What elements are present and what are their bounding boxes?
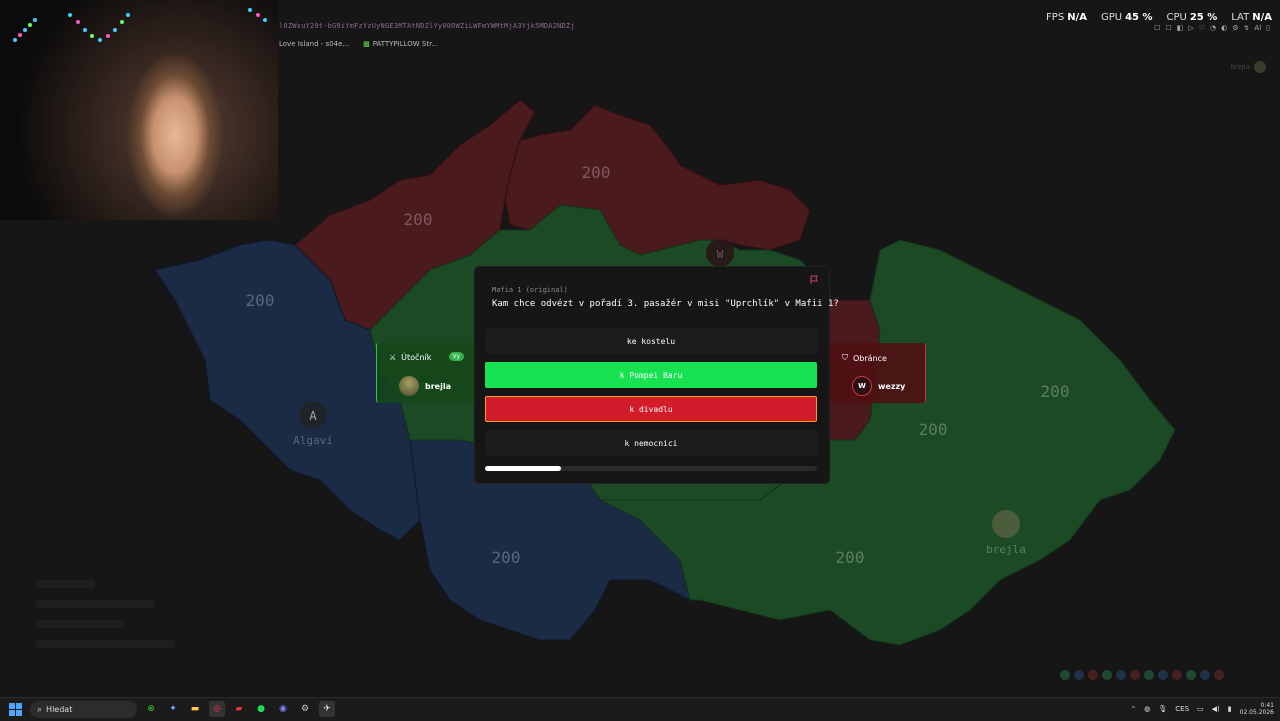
overlay-icon[interactable]: ◧	[1177, 24, 1184, 32]
battery-icon[interactable]: ▮	[1228, 705, 1232, 713]
overlay-icon[interactable]: ☐	[1165, 24, 1171, 32]
avatar: W	[852, 376, 872, 396]
latency-stat: LAT N/A	[1231, 12, 1272, 23]
tab-favicon-icon: ▩	[363, 40, 370, 48]
browser-tabs: Love Island - s04e... ▩ PATTYPILLOW Str..…	[279, 40, 438, 48]
report-flag-icon[interactable]	[809, 275, 819, 285]
team-indicator-dots	[1060, 670, 1224, 680]
cpu-stat: CPU 25 %	[1166, 12, 1218, 23]
system-tray: ⌃ ◍ 🎙 CES ▭ ◀) ▮ 0:41 02.05.2026	[1130, 702, 1274, 716]
opera-icon[interactable]: ◎	[209, 701, 225, 717]
attacker-name: brejla	[425, 381, 451, 391]
own-player-marker	[992, 510, 1020, 538]
you-badge: Vy	[448, 352, 464, 361]
region-value-label: 200	[1041, 382, 1070, 401]
answer-option-correct[interactable]: k Pompei Baru	[485, 362, 817, 388]
taskbar-search[interactable]: ⌕ Hledat	[30, 701, 137, 718]
overlay-icon[interactable]: ↯	[1244, 24, 1250, 32]
answer-label: k nemocnici	[624, 438, 678, 448]
performance-stats: FPS N/A GPU 45 % CPU 25 % LAT N/A	[1046, 12, 1272, 23]
question-category: Mafia 1 (original)	[492, 286, 568, 294]
overlay-icon[interactable]: ♡	[1199, 24, 1205, 32]
overlay-icon[interactable]: ☐	[1154, 24, 1160, 32]
search-placeholder: Hledat	[46, 705, 73, 714]
explorer-icon[interactable]: ▬	[187, 701, 203, 717]
avatar[interactable]	[1254, 61, 1266, 73]
defender-role-label: Obránce	[853, 353, 887, 363]
defender-name: wezzy	[878, 381, 906, 391]
clock[interactable]: 0:41 02.05.2026	[1240, 702, 1274, 716]
region-value-label: 200	[582, 163, 611, 182]
answer-label: ke kostelu	[626, 336, 676, 346]
chat-panel-faint	[35, 580, 195, 680]
region-value-label: 200	[919, 420, 948, 439]
copilot-icon[interactable]: ✦	[165, 701, 181, 717]
answer-option[interactable]: k nemocnici	[485, 430, 817, 456]
volume-icon[interactable]: ◀)	[1212, 705, 1220, 713]
network-icon[interactable]: ◍	[1144, 705, 1150, 713]
overlay-icon[interactable]: ◐	[1221, 24, 1227, 32]
spotify-icon[interactable]: ●	[253, 701, 269, 717]
overlay-toolbar-icons: ☐ ☐ ◧ ▷ ♡ ◔ ◐ ⚙ ↯ Al ▯	[1154, 24, 1270, 32]
windows-taskbar: ⌕ Hledat ⊗ ✦ ▬ ◎ ▰ ● ◉ ⚙ ✈ ⌃ ◍ 🎙 CES ▭ ◀…	[0, 697, 1280, 721]
app-icon[interactable]: ▰	[231, 701, 247, 717]
xbox-icon[interactable]: ⊗	[143, 701, 159, 717]
own-player-label: brejla	[986, 543, 1026, 556]
avatar	[399, 376, 419, 396]
steam-icon[interactable]: ⚙	[297, 701, 313, 717]
streamer-image	[120, 40, 230, 220]
active-app-icon[interactable]: ✈	[319, 701, 335, 717]
gpu-stat: GPU 45 %	[1100, 12, 1153, 23]
question-text: Kam chce odvézt v pořadí 3. pasažér v mi…	[492, 299, 839, 309]
question-modal: Mafia 1 (original) Kam chce odvézt v poř…	[475, 267, 839, 483]
overlay-icon[interactable]: ⚙	[1232, 24, 1238, 32]
shield-icon: ⛉	[842, 353, 848, 362]
fps-stat: FPS N/A	[1046, 12, 1087, 23]
region-value-label: 200	[492, 548, 521, 567]
capital-marker-letter: A	[309, 409, 317, 423]
capital-label: Algaví	[293, 434, 333, 447]
defender-card: ⛉ Obránce W wezzy	[830, 343, 926, 403]
overlay-icon[interactable]: ▷	[1188, 24, 1193, 32]
webcam-overlay	[0, 0, 278, 220]
taskbar-apps: ⊗ ✦ ▬ ◎ ▰ ● ◉ ⚙ ✈	[143, 701, 335, 717]
answer-label: k divadlu	[629, 404, 673, 414]
overlay-icon[interactable]: ◔	[1210, 24, 1216, 32]
browser-tab[interactable]: Love Island - s04e...	[279, 40, 349, 48]
answer-option[interactable]: ke kostelu	[485, 328, 817, 354]
sword-icon: ⚔	[389, 353, 397, 362]
start-button[interactable]	[9, 703, 22, 716]
display-icon[interactable]: ▭	[1197, 705, 1204, 713]
discord-icon[interactable]: ◉	[275, 701, 291, 717]
browser-tab[interactable]: ▩ PATTYPILLOW Str...	[363, 40, 438, 48]
chevron-up-icon[interactable]: ⌃	[1130, 705, 1136, 713]
overlay-icon[interactable]: ▯	[1266, 24, 1270, 32]
attacker-role-label: Útočník	[401, 353, 432, 362]
timer-progress-fill	[485, 466, 562, 471]
enemy-marker-letter: W	[717, 248, 724, 261]
region-value-label: 200	[404, 210, 433, 229]
search-icon: ⌕	[37, 704, 43, 715]
overlay-icon[interactable]: Al	[1254, 24, 1261, 32]
answer-label: k Pompei Baru	[619, 370, 683, 380]
browser-url-text: l0ZWxuY29t-bG9iYmFzYzUyNGE3MTAtNDZlYy00O…	[279, 22, 575, 30]
language-indicator[interactable]: CES	[1175, 705, 1189, 713]
top-user-name: brejla	[1230, 63, 1250, 71]
region-value-label: 200	[246, 291, 275, 310]
timer-progress-bar	[485, 466, 817, 471]
microphone-icon[interactable]: 🎙	[1158, 705, 1167, 713]
region-value-label: 200	[836, 548, 865, 567]
attacker-card: ⚔ Útočník Vy brejla	[376, 343, 476, 403]
answer-option-wrong[interactable]: k divadlu	[485, 396, 817, 422]
